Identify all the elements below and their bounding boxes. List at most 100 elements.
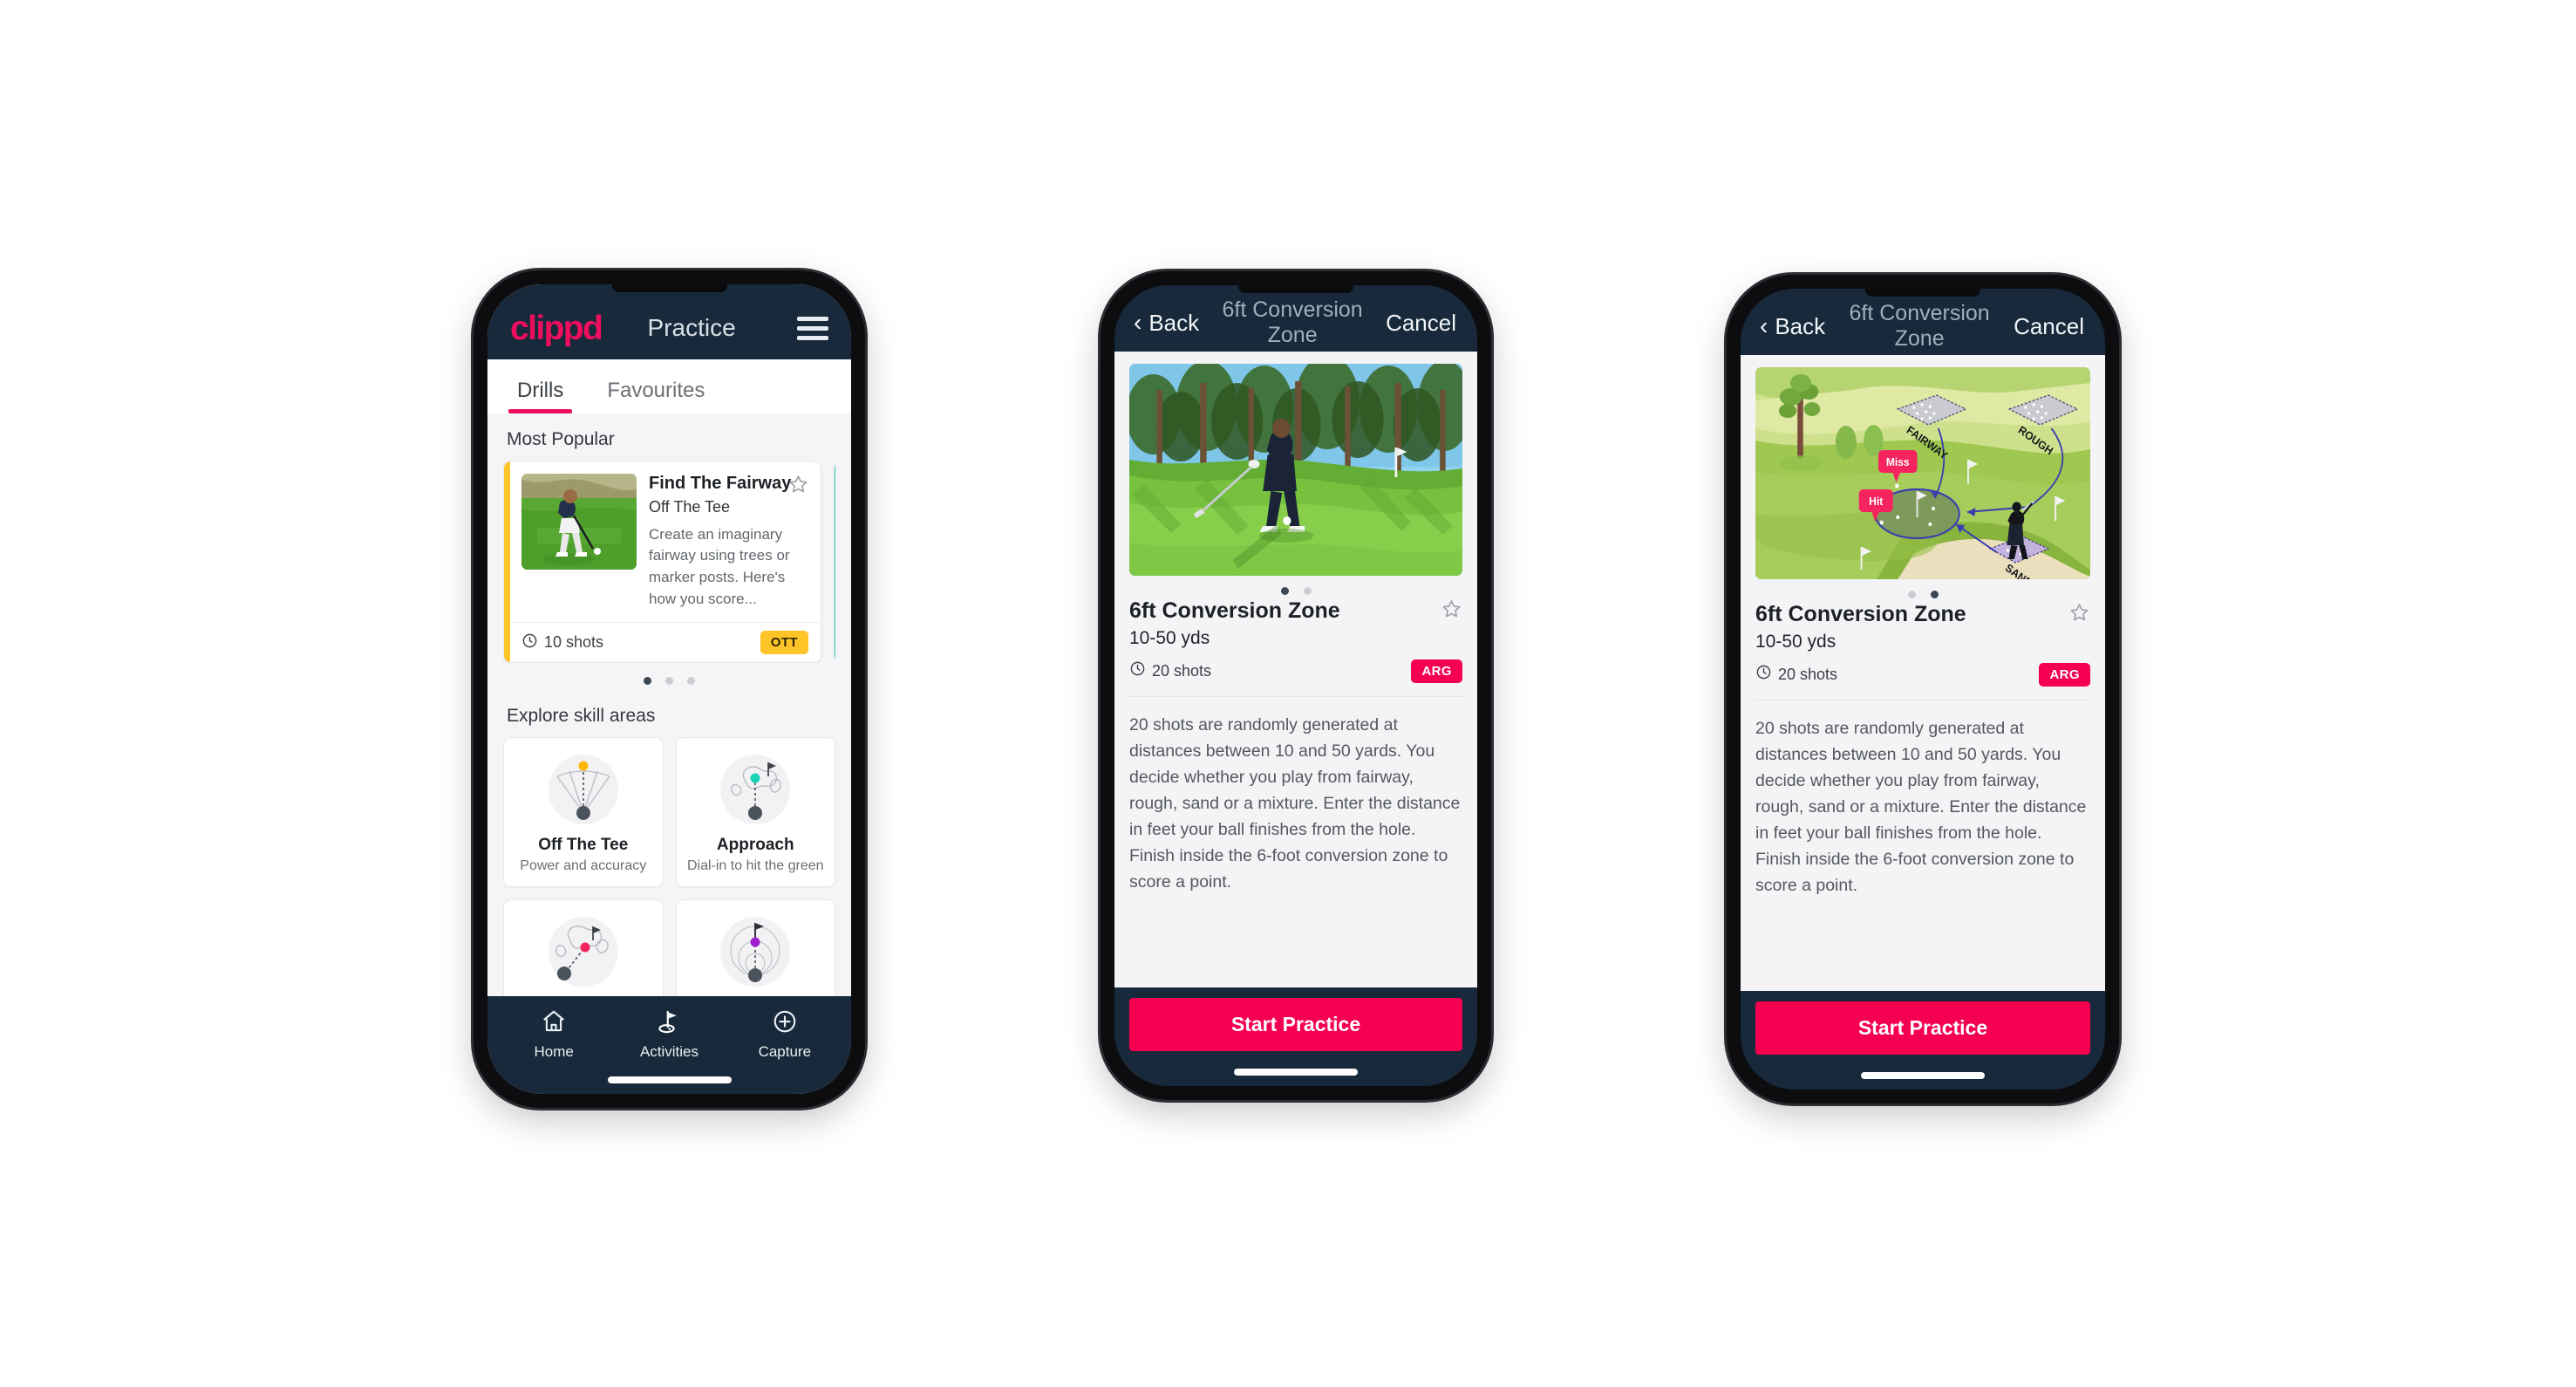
shots-count-label: 20 shots (1778, 665, 1838, 683)
detail-meta-row: 20 shots ARG (1129, 659, 1462, 683)
drill-title: Find The Fairway (649, 474, 792, 493)
detail-content: 6ft Conversion Zone 10-50 yds 20 shots A… (1114, 352, 1477, 987)
svg-text:Miss: Miss (1886, 456, 1910, 469)
approach-green-icon (684, 750, 828, 829)
skill-badge-arg: ARG (2039, 662, 2090, 687)
clock-icon (1755, 664, 1772, 685)
drill-card-peek[interactable] (834, 461, 835, 664)
svg-text:Hit: Hit (1869, 495, 1884, 509)
star-outline-icon[interactable] (1441, 598, 1462, 625)
hero-illustration-course-diagram[interactable]: FAIRWAY ROUGH SAND Miss Hit (1755, 367, 2090, 579)
tee-dispersion-icon (511, 750, 656, 829)
skill-card-around-the-green[interactable]: Around The Green Hone your short game (503, 899, 664, 996)
tab-bar: Drills Favourites (487, 359, 851, 413)
detail-header: 6ft Conversion Zone 10-50 yds (1129, 598, 1462, 649)
cancel-button[interactable]: Cancel (1386, 310, 1456, 337)
divider (1129, 695, 1462, 697)
carousel-dot[interactable] (1930, 591, 1939, 598)
skill-badge-ott: OTT (760, 631, 808, 655)
chevron-left-icon: ‹ (1134, 309, 1142, 336)
section-heading-explore: Explore skill areas (507, 706, 656, 727)
carousel-dot[interactable] (1303, 587, 1312, 595)
phone-notch (1238, 285, 1353, 293)
cta-container: Start Practice (1114, 987, 1477, 1086)
hero-pagination-dots[interactable] (1755, 579, 2090, 602)
tab-drills[interactable]: Drills (508, 379, 573, 413)
back-label: Back (1148, 309, 1200, 336)
home-indicator (1861, 1072, 1985, 1079)
carousel-pagination-dots[interactable] (503, 663, 835, 690)
carousel-dot[interactable] (1907, 591, 1916, 598)
star-outline-icon[interactable] (2068, 602, 2090, 628)
skill-name: Off The Tee (538, 836, 629, 855)
skill-badge-arg: ARG (1411, 659, 1462, 683)
plus-circle-icon (772, 1008, 798, 1039)
shots-count-label: 20 shots (1152, 661, 1212, 680)
detail-header: 6ft Conversion Zone 10-50 yds (1755, 602, 2090, 653)
screenshot-stage: clippd Practice Drills Favourites Most P… (0, 0, 2576, 1387)
detail-page-title: 6ft Conversion Zone (1222, 297, 1363, 347)
shots-count-row: 20 shots (1129, 660, 1211, 681)
nav-item-activities[interactable]: Activities (612, 1008, 726, 1061)
home-icon (541, 1008, 567, 1039)
app-bar: clippd Practice (487, 284, 851, 359)
cancel-button[interactable]: Cancel (2014, 313, 2084, 340)
hero-pagination-dots[interactable] (1129, 576, 1462, 598)
skill-name: Approach (716, 836, 794, 855)
phone-notch (1865, 289, 1980, 297)
hero-photo-golfer-chipping[interactable] (1129, 364, 1462, 576)
putting-rings-icon (684, 912, 828, 991)
detail-description: 20 shots are randomly generated at dista… (1755, 718, 2087, 895)
skill-card-approach[interactable]: Approach Dial-in to hit the green (675, 737, 835, 888)
home-indicator (1234, 1069, 1358, 1076)
nav-label: Home (534, 1043, 574, 1060)
tab-favourites[interactable]: Favourites (598, 379, 713, 413)
carousel-dot[interactable] (644, 677, 651, 686)
carousel-dot[interactable] (1280, 587, 1289, 595)
shots-count-row: 10 shots (521, 632, 603, 653)
skill-desc: Dial-in to hit the green (686, 858, 824, 874)
detail-page-title: 6ft Conversion Zone (1849, 301, 1990, 351)
star-outline-icon[interactable] (787, 474, 809, 500)
shots-count-label: 10 shots (544, 633, 604, 652)
detail-app-bar: ‹ Back 6ft Conversion Zone Cancel (1741, 289, 2105, 355)
detail-title: 6ft Conversion Zone (1755, 602, 1966, 626)
skill-card-off-the-tee[interactable]: Off The Tee Power and accuracy (503, 737, 664, 888)
carousel-dot[interactable] (665, 677, 673, 686)
bottom-navigation: Home Activities Capture (487, 996, 851, 1094)
skill-desc: Power and accuracy (520, 858, 647, 874)
skill-area-grid: Off The Tee Power and accuracy Approach … (503, 737, 835, 996)
phone-notch (611, 284, 727, 292)
around-green-icon (511, 912, 656, 991)
start-practice-button[interactable]: Start Practice (1755, 1001, 2090, 1055)
carousel-dot[interactable] (687, 677, 695, 686)
drill-card[interactable]: Find The Fairway Off The Tee Create an i… (503, 461, 821, 664)
back-button[interactable]: ‹ Back (1760, 313, 1825, 340)
detail-meta-row: 20 shots ARG (1755, 662, 2090, 687)
shots-count-row: 20 shots (1755, 664, 1837, 685)
phone-mockup-drill-detail-diagram: ‹ Back 6ft Conversion Zone Cancel FAIRWA… (1727, 275, 2119, 1103)
nav-item-capture[interactable]: Capture (727, 1008, 842, 1061)
skill-card-putting[interactable]: Putting Make and lag practice (675, 899, 835, 996)
detail-app-bar: ‹ Back 6ft Conversion Zone Cancel (1114, 285, 1477, 352)
card-accent-bar (504, 461, 510, 663)
nav-label: Capture (758, 1043, 812, 1060)
drill-thumbnail (521, 474, 637, 570)
detail-yardage: 10-50 yds (1129, 627, 1210, 648)
clock-icon (1129, 660, 1146, 681)
detail-title: 6ft Conversion Zone (1129, 598, 1340, 623)
content-scroll-area[interactable]: Most Popular Find The Fairway Off The Te… (487, 413, 851, 996)
phone-mockup-practice-list: clippd Practice Drills Favourites Most P… (474, 270, 865, 1108)
start-practice-button[interactable]: Start Practice (1129, 998, 1462, 1051)
home-indicator (607, 1076, 732, 1083)
hamburger-icon[interactable] (797, 316, 828, 340)
detail-yardage: 10-50 yds (1755, 631, 1837, 652)
detail-description: 20 shots are randomly generated at dista… (1129, 714, 1461, 892)
back-button[interactable]: ‹ Back (1134, 310, 1199, 337)
page-title: Practice (647, 314, 736, 341)
nav-item-home[interactable]: Home (497, 1008, 611, 1061)
nav-label: Activities (639, 1043, 699, 1060)
drill-description: Create an imaginary fairway using trees … (649, 525, 790, 607)
section-heading-most-popular: Most Popular (507, 429, 615, 449)
drill-carousel[interactable]: Find The Fairway Off The Tee Create an i… (503, 461, 835, 664)
